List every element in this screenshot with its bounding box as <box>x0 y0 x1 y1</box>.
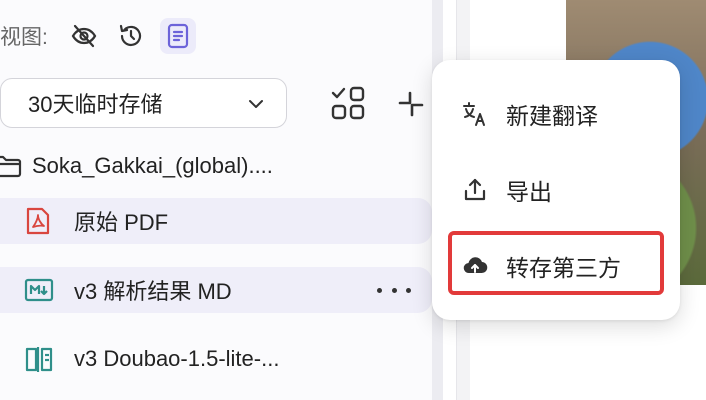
storage-select[interactable]: 30天临时存储 <box>0 78 287 128</box>
export-icon <box>462 177 488 203</box>
pdf-icon <box>24 206 74 236</box>
book-icon <box>24 344 74 374</box>
hide-icon[interactable] <box>66 18 102 54</box>
history-icon[interactable] <box>113 18 149 54</box>
menu-item-export[interactable]: 导出 <box>462 170 552 210</box>
tree-item-label: v3 Doubao-1.5-lite-... <box>74 346 280 371</box>
folder-icon <box>0 154 32 178</box>
tree-item-md-result[interactable]: v3 解析结果 MD <box>0 267 432 313</box>
markdown-icon <box>24 277 74 303</box>
view-toolbar: 视图: <box>0 18 207 54</box>
multi-select-icon[interactable] <box>329 84 369 124</box>
menu-item-label: 导出 <box>506 179 552 205</box>
view-label: 视图: <box>0 26 48 49</box>
menu-item-label: 新建翻译 <box>506 103 598 129</box>
tree-item-label: v3 解析结果 MD <box>74 279 232 304</box>
translate-icon <box>462 101 488 127</box>
more-options-icon[interactable] <box>377 277 411 303</box>
collapse-icon[interactable] <box>391 84 431 124</box>
folder-name: Soka_Gakkai_(global).... <box>32 153 273 178</box>
tree-item-translation[interactable]: v3 Doubao-1.5-lite-... <box>0 336 432 382</box>
tree-item-label: 原始 PDF <box>74 210 169 235</box>
storage-select-value: 30天临时存储 <box>28 92 163 117</box>
highlight-annotation <box>448 231 664 295</box>
chevron-down-icon <box>246 94 266 120</box>
menu-item-new-translation[interactable]: 新建翻译 <box>462 94 598 134</box>
folder-row[interactable]: Soka_Gakkai_(global).... <box>0 143 432 189</box>
tree-item-original-pdf[interactable]: 原始 PDF <box>0 198 432 244</box>
document-view-icon[interactable] <box>159 18 196 54</box>
